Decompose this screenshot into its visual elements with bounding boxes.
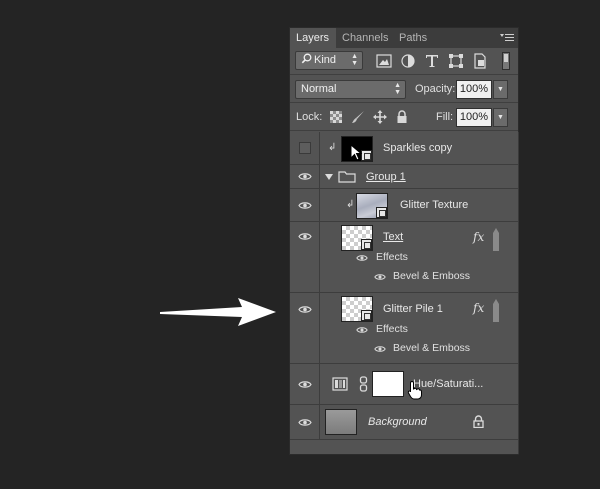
opacity-input[interactable]: 100% <box>456 80 492 99</box>
layer-name: Group 1 <box>366 171 406 183</box>
eye-icon[interactable] <box>298 380 312 389</box>
visibility-column <box>290 364 320 404</box>
blend-row: Normal ▲ ▼ Opacity: 100% ▼ <box>290 76 518 102</box>
fill-input[interactable]: 100% <box>456 108 492 127</box>
lock-position-icon[interactable] <box>373 110 387 124</box>
eye-icon[interactable] <box>374 273 386 281</box>
select-arrows-icon: ▲ ▼ <box>351 53 358 67</box>
layers-panel: Layers Channels Paths Kind ▲ ▼ Normal ▲ … <box>289 27 519 455</box>
layer-thumbnail <box>325 409 357 435</box>
tab-paths[interactable]: Paths <box>393 28 433 48</box>
effect-name: Bevel & Emboss <box>393 270 471 282</box>
kind-filter-label: Kind <box>314 54 337 66</box>
layer-name: Hue/Saturati... <box>413 378 484 390</box>
visibility-column <box>290 405 320 439</box>
tab-channels[interactable]: Channels <box>336 28 394 48</box>
effects-label: Effects <box>376 323 408 335</box>
layer-name: Sparkles copy <box>383 142 453 154</box>
smart-object-badge-icon <box>376 207 387 218</box>
layer-text[interactable]: Text fx Effects Bevel & Emboss <box>290 222 518 293</box>
lock-label: Lock: <box>296 111 323 123</box>
link-chain-icon[interactable] <box>359 376 368 392</box>
layer-name: Glitter Texture <box>400 199 469 211</box>
eye-icon[interactable] <box>298 232 312 241</box>
expand-triangle-icon[interactable] <box>325 174 333 180</box>
layer-name: Text <box>383 231 404 243</box>
effect-name: Bevel & Emboss <box>393 342 471 354</box>
fill-dropdown-button[interactable]: ▼ <box>493 108 508 127</box>
adjustment-filter-icon[interactable] <box>400 53 416 69</box>
layer-hue-saturation[interactable]: Hue/Saturati... <box>290 364 518 405</box>
eye-icon[interactable] <box>298 418 312 427</box>
visibility-column <box>290 132 320 164</box>
folder-icon <box>338 171 356 183</box>
tab-layers[interactable]: Layers <box>290 28 336 48</box>
smart-object-filter-icon[interactable] <box>472 53 488 69</box>
layer-glitter-pile-1[interactable]: Glitter Pile 1 fx Effects Bevel & Emboss <box>290 293 518 364</box>
divider <box>290 102 518 103</box>
visibility-column <box>290 189 320 221</box>
search-icon <box>301 53 312 64</box>
eye-icon[interactable] <box>298 172 312 181</box>
layer-glitter-texture[interactable]: ↲ Glitter Texture <box>290 189 518 222</box>
panel-menu-icon[interactable] <box>500 34 514 43</box>
layer-mask-thumbnail <box>372 371 404 397</box>
select-arrows-icon: ▲ ▼ <box>394 82 401 96</box>
blend-mode-select[interactable]: Normal ▲ ▼ <box>295 80 406 99</box>
layer-name: Background <box>368 416 427 428</box>
effects-collapse-icon[interactable] <box>493 228 499 251</box>
eye-icon[interactable] <box>356 254 368 262</box>
eye-icon[interactable] <box>298 201 312 210</box>
pointer-arrow <box>160 298 276 326</box>
clipping-mask-icon: ↲ <box>328 142 337 153</box>
opacity-dropdown-button[interactable]: ▼ <box>493 80 508 99</box>
shape-filter-icon[interactable] <box>448 53 464 69</box>
lock-all-icon[interactable] <box>395 110 409 124</box>
eye-icon[interactable] <box>298 305 312 314</box>
layer-name: Glitter Pile 1 <box>383 303 443 315</box>
layer-group-1[interactable]: Group 1 <box>290 165 518 189</box>
layer-filter-row: Kind ▲ ▼ <box>290 48 518 74</box>
layers-list: ↲ Sparkles copy Group 1 ↲ Glitter Textur… <box>290 132 518 454</box>
type-filter-icon[interactable] <box>424 53 440 69</box>
visibility-column <box>290 222 320 292</box>
filter-toggle-switch[interactable] <box>502 52 510 70</box>
divider <box>290 130 518 131</box>
layers-scrollbar[interactable] <box>518 132 519 454</box>
smart-object-badge-icon <box>361 239 372 250</box>
fill-label: Fill: <box>436 111 454 123</box>
visibility-column <box>290 165 320 188</box>
image-filter-icon[interactable] <box>376 53 392 69</box>
lock-row: Lock: Fill: 100% ▼ <box>290 104 518 130</box>
eye-icon[interactable] <box>374 345 386 353</box>
clipping-mask-icon: ↲ <box>346 199 355 210</box>
layer-effects-fx-icon[interactable]: fx <box>473 301 484 315</box>
lock-transparency-icon[interactable] <box>329 110 343 124</box>
kind-filter-select[interactable]: Kind ▲ ▼ <box>295 51 363 70</box>
layer-effects-fx-icon[interactable]: fx <box>473 230 484 244</box>
divider <box>290 74 518 75</box>
blend-mode-value: Normal <box>301 83 337 95</box>
visibility-toggle-off[interactable] <box>299 142 311 154</box>
pointer-cursor-icon <box>350 144 363 161</box>
lock-icon <box>473 415 484 428</box>
effects-label: Effects <box>376 251 408 263</box>
effects-collapse-icon[interactable] <box>493 299 499 322</box>
hand-cursor-icon <box>407 380 422 400</box>
layer-background[interactable]: Background <box>290 405 518 440</box>
eye-icon[interactable] <box>356 326 368 334</box>
panel-tab-bar: Layers Channels Paths <box>290 28 518 48</box>
hue-saturation-adjustment-icon <box>332 377 348 391</box>
opacity-label: Opacity: <box>415 83 456 95</box>
visibility-column <box>290 293 320 363</box>
layer-sparkles-copy[interactable]: ↲ Sparkles copy <box>290 132 518 165</box>
lock-image-pixels-icon[interactable] <box>351 110 365 124</box>
smart-object-badge-icon <box>361 310 372 321</box>
